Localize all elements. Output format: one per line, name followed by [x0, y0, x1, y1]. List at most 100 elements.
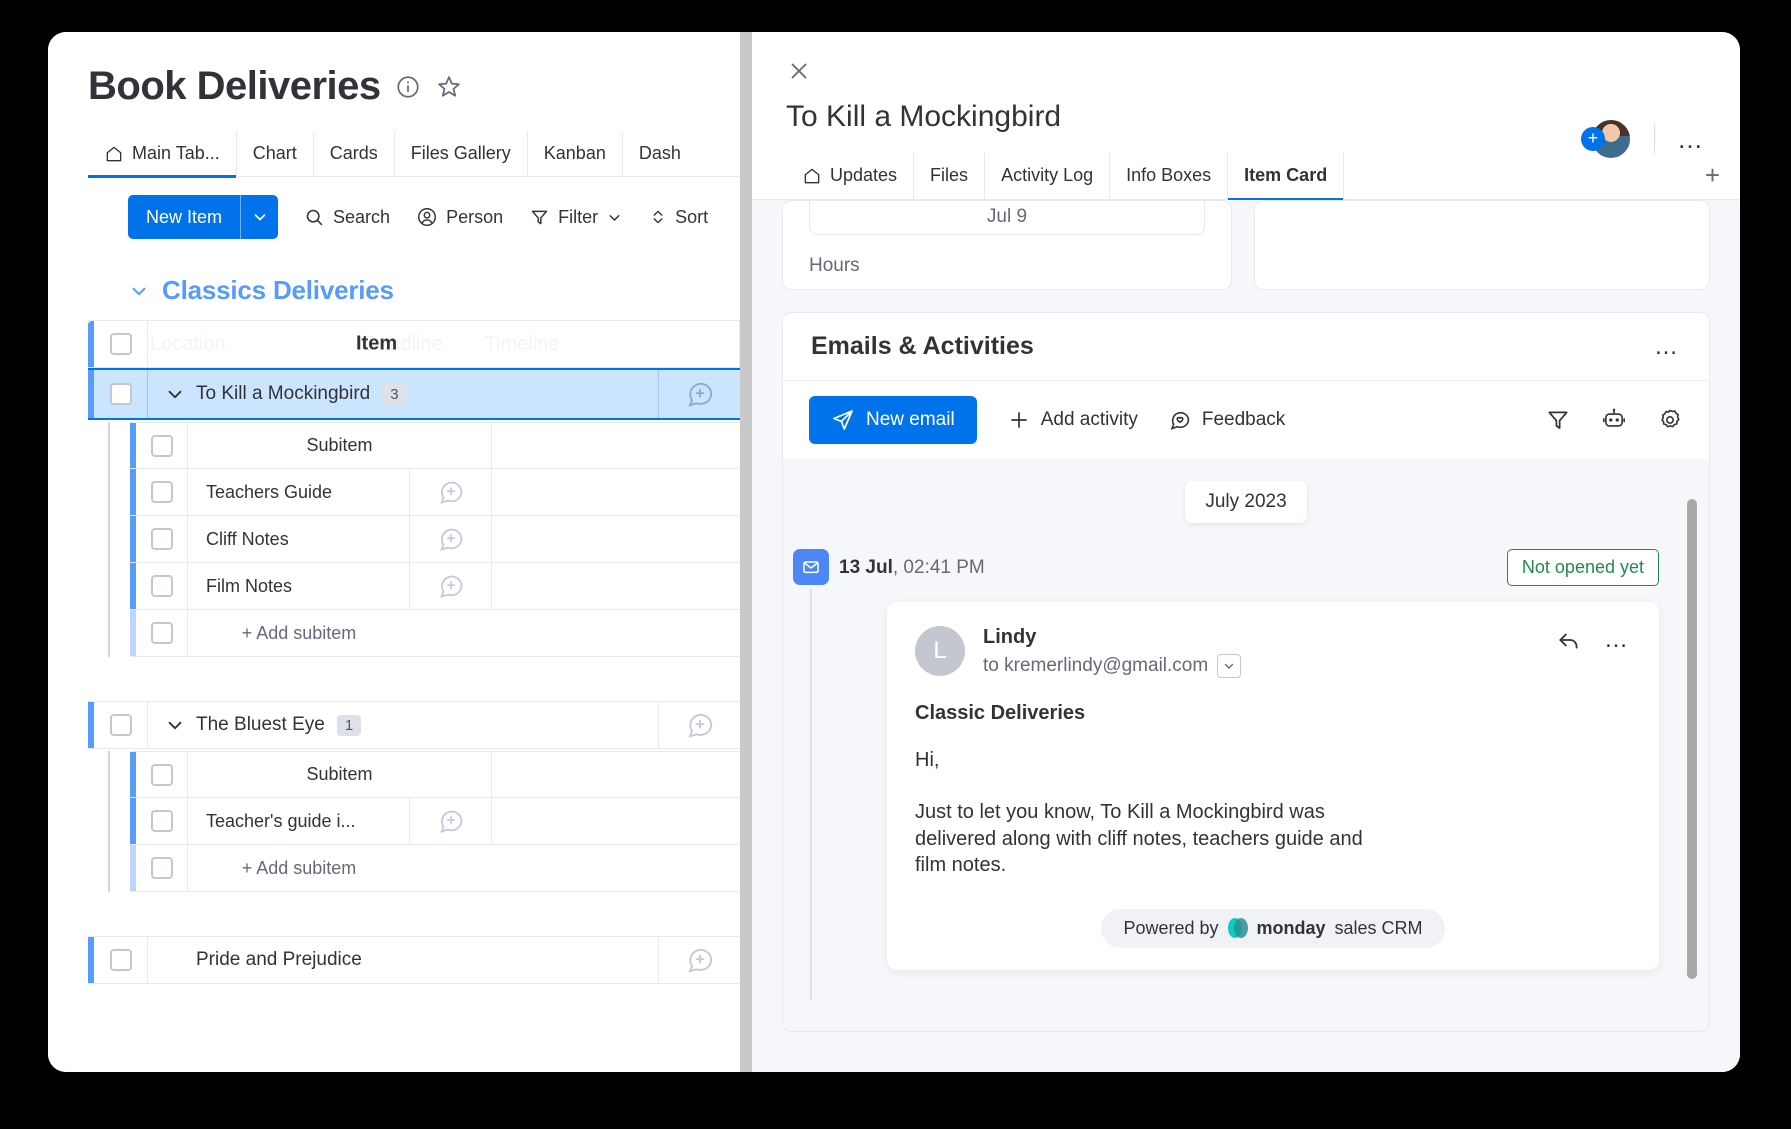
- add-tab-button[interactable]: +: [1685, 160, 1740, 191]
- tab-kanban[interactable]: Kanban: [528, 130, 623, 177]
- group-header[interactable]: Classics Deliveries: [128, 275, 740, 306]
- row-checkbox[interactable]: [109, 714, 132, 736]
- add-subitem-row[interactable]: + Add subitem: [130, 845, 740, 892]
- subitem-checkbox[interactable]: [150, 481, 173, 503]
- filter-button[interactable]: Filter: [529, 195, 623, 239]
- subitem-select-cell[interactable]: [136, 798, 188, 844]
- person-button[interactable]: Person: [416, 195, 503, 239]
- new-email-button[interactable]: New email: [809, 396, 977, 444]
- subitem-row[interactable]: Film Notes: [130, 563, 740, 610]
- email-subject: Classic Deliveries: [915, 702, 1086, 724]
- tab-main-table[interactable]: Main Tab...: [88, 130, 237, 178]
- avatar[interactable]: +: [1581, 118, 1632, 160]
- tab-dashboard[interactable]: Dash: [623, 131, 697, 177]
- subitem-row[interactable]: Cliff Notes: [130, 516, 740, 563]
- tab-activity-log[interactable]: Activity Log: [985, 151, 1111, 200]
- email-more-button[interactable]: …: [1604, 626, 1631, 654]
- emails-activities-card: Emails & Activities … New email Add acti…: [782, 312, 1710, 1032]
- close-icon[interactable]: [786, 58, 812, 84]
- add-subitem-checkbox[interactable]: [150, 622, 173, 644]
- comment-add-icon[interactable]: [437, 807, 465, 835]
- add-subitem-checkbox[interactable]: [150, 857, 173, 879]
- comment-add-icon[interactable]: [437, 478, 465, 506]
- monday-logo-icon: [1227, 918, 1248, 939]
- add-subitem-select-cell[interactable]: [136, 845, 188, 891]
- table-row[interactable]: The Bluest Eye 1: [88, 701, 740, 749]
- chevron-down-icon[interactable]: [128, 280, 150, 302]
- subitem-row[interactable]: Teacher's guide i...: [130, 798, 740, 845]
- add-activity-button[interactable]: Add activity: [1007, 408, 1138, 432]
- tab-updates[interactable]: Updates: [786, 151, 915, 200]
- select-all-checkbox[interactable]: [109, 333, 132, 355]
- select-all-cell[interactable]: [94, 321, 148, 367]
- subitem-add-update-cell[interactable]: [410, 469, 492, 515]
- comment-add-icon[interactable]: [685, 945, 715, 975]
- add-update-cell[interactable]: [658, 370, 740, 418]
- tab-info-boxes[interactable]: Info Boxes: [1110, 151, 1229, 200]
- chevron-down-icon[interactable]: [162, 714, 188, 736]
- row-checkbox[interactable]: [109, 949, 132, 971]
- chevron-down-icon[interactable]: [606, 209, 623, 226]
- comment-add-icon[interactable]: [685, 710, 715, 740]
- subitem-add-update-cell[interactable]: [410, 563, 492, 609]
- emails-menu-button[interactable]: …: [1654, 333, 1681, 361]
- feedback-button[interactable]: Feedback: [1168, 408, 1285, 432]
- tab-files[interactable]: Files: [914, 151, 986, 200]
- filter-icon[interactable]: [1545, 407, 1571, 433]
- tab-files-gallery[interactable]: Files Gallery: [395, 130, 528, 177]
- add-update-cell[interactable]: [658, 702, 740, 748]
- item-menu-button[interactable]: …: [1677, 124, 1706, 155]
- reply-icon[interactable]: [1556, 627, 1582, 653]
- gear-icon[interactable]: [1657, 407, 1683, 433]
- add-update-cell[interactable]: [658, 937, 740, 983]
- subitem-select-all-cell[interactable]: [136, 423, 188, 468]
- chevron-down-icon[interactable]: [240, 195, 278, 239]
- chevron-down-icon[interactable]: [162, 383, 188, 405]
- email-card[interactable]: L Lindy to kremerlindy@gmail.com … Class…: [887, 602, 1659, 970]
- comment-add-icon[interactable]: [685, 379, 715, 409]
- tab-label: Info Boxes: [1126, 165, 1212, 185]
- comment-add-icon[interactable]: [437, 572, 465, 600]
- robot-icon[interactable]: [1601, 407, 1627, 433]
- subitem-checkbox[interactable]: [150, 575, 173, 597]
- subitem-add-update-cell[interactable]: [410, 516, 492, 562]
- emails-right-icons: [1545, 407, 1683, 433]
- info-icon[interactable]: [395, 74, 421, 100]
- subitem-add-update-cell[interactable]: [410, 798, 492, 844]
- add-subitem-select-cell[interactable]: [136, 610, 188, 656]
- sort-button[interactable]: Sort: [649, 195, 708, 239]
- subitem-checkbox[interactable]: [150, 810, 173, 832]
- comment-add-icon[interactable]: [437, 525, 465, 553]
- subitem-select-all-cell[interactable]: [136, 752, 188, 797]
- subitem-select-cell[interactable]: [136, 563, 188, 609]
- tab-chart[interactable]: Chart: [237, 130, 314, 177]
- add-person-icon[interactable]: +: [1581, 127, 1605, 151]
- table-row[interactable]: Pride and Prejudice: [88, 936, 740, 984]
- info-card-hours[interactable]: Jul 9 Hours: [782, 200, 1232, 290]
- row-checkbox[interactable]: [109, 383, 132, 405]
- table-row[interactable]: To Kill a Mockingbird 3: [88, 368, 740, 420]
- subitem-name: Teacher's guide i...: [188, 798, 410, 844]
- emails-scrollbar[interactable]: [1687, 499, 1697, 979]
- row-select-cell[interactable]: [94, 370, 148, 418]
- subitem-checkbox[interactable]: [150, 528, 173, 550]
- chevron-down-icon[interactable]: [1217, 654, 1242, 678]
- info-card-empty[interactable]: [1254, 200, 1710, 290]
- row-select-cell[interactable]: [94, 937, 148, 983]
- board-view-tabs: Main Tab... Chart Cards Files Gallery Ka…: [88, 130, 740, 178]
- star-icon[interactable]: [435, 73, 463, 101]
- subitem-name: Cliff Notes: [188, 516, 410, 562]
- subitem-row[interactable]: Teachers Guide: [130, 469, 740, 516]
- add-subitem-row[interactable]: + Add subitem: [130, 610, 740, 657]
- tab-cards[interactable]: Cards: [314, 130, 395, 177]
- tab-item-card[interactable]: Item Card: [1228, 151, 1345, 201]
- search-button[interactable]: Search: [304, 195, 390, 239]
- subitem-select-cell[interactable]: [136, 469, 188, 515]
- pane-divider[interactable]: [740, 32, 752, 1072]
- row-select-cell[interactable]: [94, 702, 148, 748]
- subitem-select-all-checkbox[interactable]: [150, 763, 173, 786]
- subitem-select-all-checkbox[interactable]: [150, 434, 173, 457]
- new-item-button[interactable]: New Item: [128, 195, 279, 239]
- feedback-label: Feedback: [1201, 409, 1286, 430]
- subitem-select-cell[interactable]: [136, 516, 188, 562]
